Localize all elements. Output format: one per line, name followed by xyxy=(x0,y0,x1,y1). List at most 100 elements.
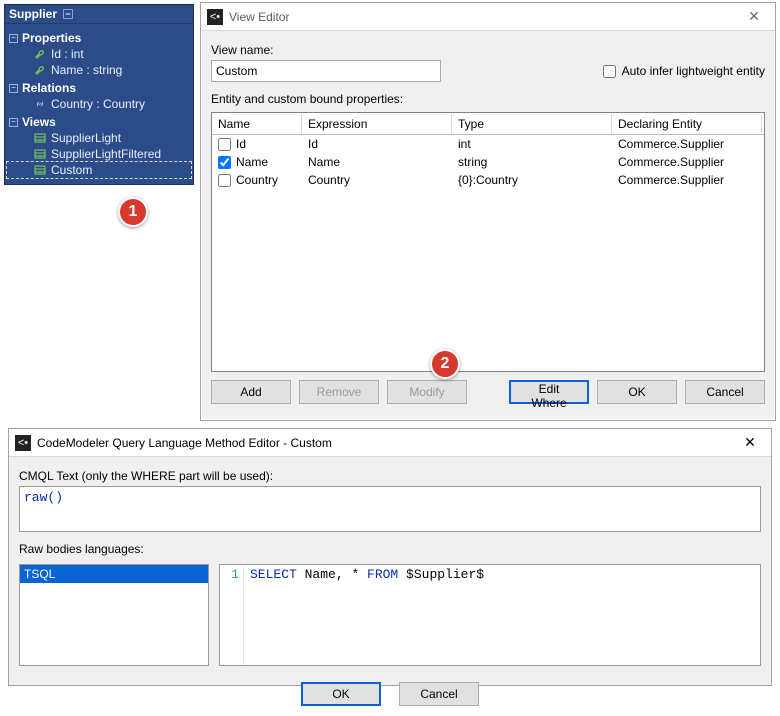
grid-row[interactable]: Country Country {0}:Country Commerce.Sup… xyxy=(212,171,764,189)
grid-icon xyxy=(33,164,47,176)
wrench-icon xyxy=(33,48,47,60)
step-badge-1: 1 xyxy=(118,197,148,227)
tree-group-head[interactable]: − Properties xyxy=(7,30,191,46)
cmql-split: TSQL 1 SELECT Name, * FROM $Supplier$ xyxy=(19,564,761,666)
auto-infer-label: Auto infer lightweight entity xyxy=(622,64,765,78)
ok-button[interactable]: OK xyxy=(597,380,677,404)
view-name-row: Auto infer lightweight entity xyxy=(211,60,765,82)
grid-icon xyxy=(33,132,47,144)
spacer xyxy=(475,380,501,404)
dialog-titlebar: <• View Editor ✕ xyxy=(201,3,775,31)
code-gutter: 1 xyxy=(220,565,244,665)
entity-tree-title: Supplier xyxy=(9,7,57,21)
wrench-icon xyxy=(33,64,47,76)
close-icon[interactable]: ✕ xyxy=(735,432,765,454)
tree-group-relations: − Relations Country : Country xyxy=(7,80,191,112)
entity-tree-title-row: Supplier − xyxy=(5,5,193,24)
kw-select: SELECT xyxy=(250,567,305,582)
col-name[interactable]: Name xyxy=(212,115,302,133)
cell-expr: Id xyxy=(302,136,452,152)
auto-infer-row[interactable]: Auto infer lightweight entity xyxy=(603,64,765,78)
view-name-input[interactable] xyxy=(211,60,441,82)
dialog-title: CodeModeler Query Language Method Editor… xyxy=(37,436,735,450)
tree-group-views: − Views SupplierLight SupplierLightFilte… xyxy=(7,114,191,178)
code-text[interactable]: SELECT Name, * FROM $Supplier$ xyxy=(244,565,490,665)
cancel-button[interactable]: Cancel xyxy=(399,682,479,706)
code-area[interactable]: 1 SELECT Name, * FROM $Supplier$ xyxy=(219,564,761,666)
col-decl[interactable]: Declaring Entity xyxy=(612,115,762,133)
cell-type: string xyxy=(452,154,612,170)
group-label: Views xyxy=(22,115,56,129)
cell-expr: Name xyxy=(302,154,452,170)
dialog-body: CMQL Text (only the WHERE part will be u… xyxy=(9,457,771,716)
add-button[interactable]: Add xyxy=(211,380,291,404)
group-label: Relations xyxy=(22,81,76,95)
grid-icon xyxy=(33,148,47,160)
cell-decl: Commerce.Supplier xyxy=(612,154,762,170)
app-icon: <• xyxy=(207,9,223,25)
tree-item-label: Name : string xyxy=(51,63,122,77)
tree-item[interactable]: Country : Country xyxy=(7,96,191,112)
edit-where-button[interactable]: Edit Where xyxy=(509,380,589,404)
properties-grid: Name Expression Type Declaring Entity Id… xyxy=(211,112,765,372)
link-icon xyxy=(33,98,47,110)
auto-infer-checkbox[interactable] xyxy=(603,65,616,78)
cmql-button-row: OK Cancel xyxy=(19,682,761,706)
dialog-title: View Editor xyxy=(229,10,739,24)
view-name-label: View name: xyxy=(211,43,765,57)
minus-icon: − xyxy=(9,34,18,43)
grid-label: Entity and custom bound properties: xyxy=(211,92,765,106)
tree-group-properties: − Properties Id : int Name : string xyxy=(7,30,191,78)
tree-item-label: SupplierLight xyxy=(51,131,121,145)
row-checkbox[interactable] xyxy=(218,156,231,169)
tree-item-label: Country : Country xyxy=(51,97,145,111)
tree-item[interactable]: Name : string xyxy=(7,62,191,78)
tree-group-head[interactable]: − Relations xyxy=(7,80,191,96)
grid-row[interactable]: Id Id int Commerce.Supplier xyxy=(212,135,764,153)
cmql-editor-dialog: <• CodeModeler Query Language Method Edi… xyxy=(8,428,772,686)
step-badge-2: 2 xyxy=(430,349,460,379)
view-editor-button-row: Add Remove Modify Edit Where OK Cancel xyxy=(211,380,765,404)
row-checkbox[interactable] xyxy=(218,138,231,151)
dialog-body: View name: Auto infer lightweight entity… xyxy=(201,31,775,414)
tree-item[interactable]: SupplierLightFiltered xyxy=(7,146,191,162)
grid-row[interactable]: Name Name string Commerce.Supplier xyxy=(212,153,764,171)
language-item[interactable]: TSQL xyxy=(20,565,208,583)
remove-button: Remove xyxy=(299,380,379,404)
cell-type: {0}:Country xyxy=(452,172,612,188)
modify-button: Modify xyxy=(387,380,467,404)
tree-item[interactable]: Id : int xyxy=(7,46,191,62)
cell-name: Id xyxy=(236,137,246,151)
kw-from: FROM xyxy=(367,567,398,582)
cell-decl: Commerce.Supplier xyxy=(612,172,762,188)
lang-label: Raw bodies languages: xyxy=(19,542,761,556)
cell-expr: Country xyxy=(302,172,452,188)
entity-tree-body: − Properties Id : int Name : string − Re… xyxy=(5,24,193,184)
language-list[interactable]: TSQL xyxy=(19,564,209,666)
tree-item-label: Id : int xyxy=(51,47,84,61)
grid-header: Name Expression Type Declaring Entity xyxy=(212,113,764,135)
app-icon: <• xyxy=(15,435,31,451)
dialog-titlebar: <• CodeModeler Query Language Method Edi… xyxy=(9,429,771,457)
code-tail: $Supplier$ xyxy=(398,567,484,582)
col-expr[interactable]: Expression xyxy=(302,115,452,133)
entity-tree-panel: Supplier − − Properties Id : int Name : … xyxy=(4,4,194,185)
cell-name: Name xyxy=(236,155,268,169)
ok-button[interactable]: OK xyxy=(301,682,381,706)
tree-group-head[interactable]: − Views xyxy=(7,114,191,130)
row-checkbox[interactable] xyxy=(218,174,231,187)
cmql-text-input[interactable]: raw() xyxy=(19,486,761,532)
cmql-text-label: CMQL Text (only the WHERE part will be u… xyxy=(19,469,761,483)
cell-type: int xyxy=(452,136,612,152)
tree-item[interactable]: SupplierLight xyxy=(7,130,191,146)
tree-item-label: Custom xyxy=(51,163,92,177)
view-editor-dialog: <• View Editor ✕ View name: Auto infer l… xyxy=(200,2,776,421)
tree-item-label: SupplierLightFiltered xyxy=(51,147,161,161)
col-type[interactable]: Type xyxy=(452,115,612,133)
cancel-button[interactable]: Cancel xyxy=(685,380,765,404)
close-icon[interactable]: ✕ xyxy=(739,6,769,28)
minus-icon: − xyxy=(9,118,18,127)
tree-item-custom[interactable]: Custom xyxy=(7,162,191,178)
minus-icon: − xyxy=(9,84,18,93)
collapse-icon[interactable]: − xyxy=(63,9,73,19)
